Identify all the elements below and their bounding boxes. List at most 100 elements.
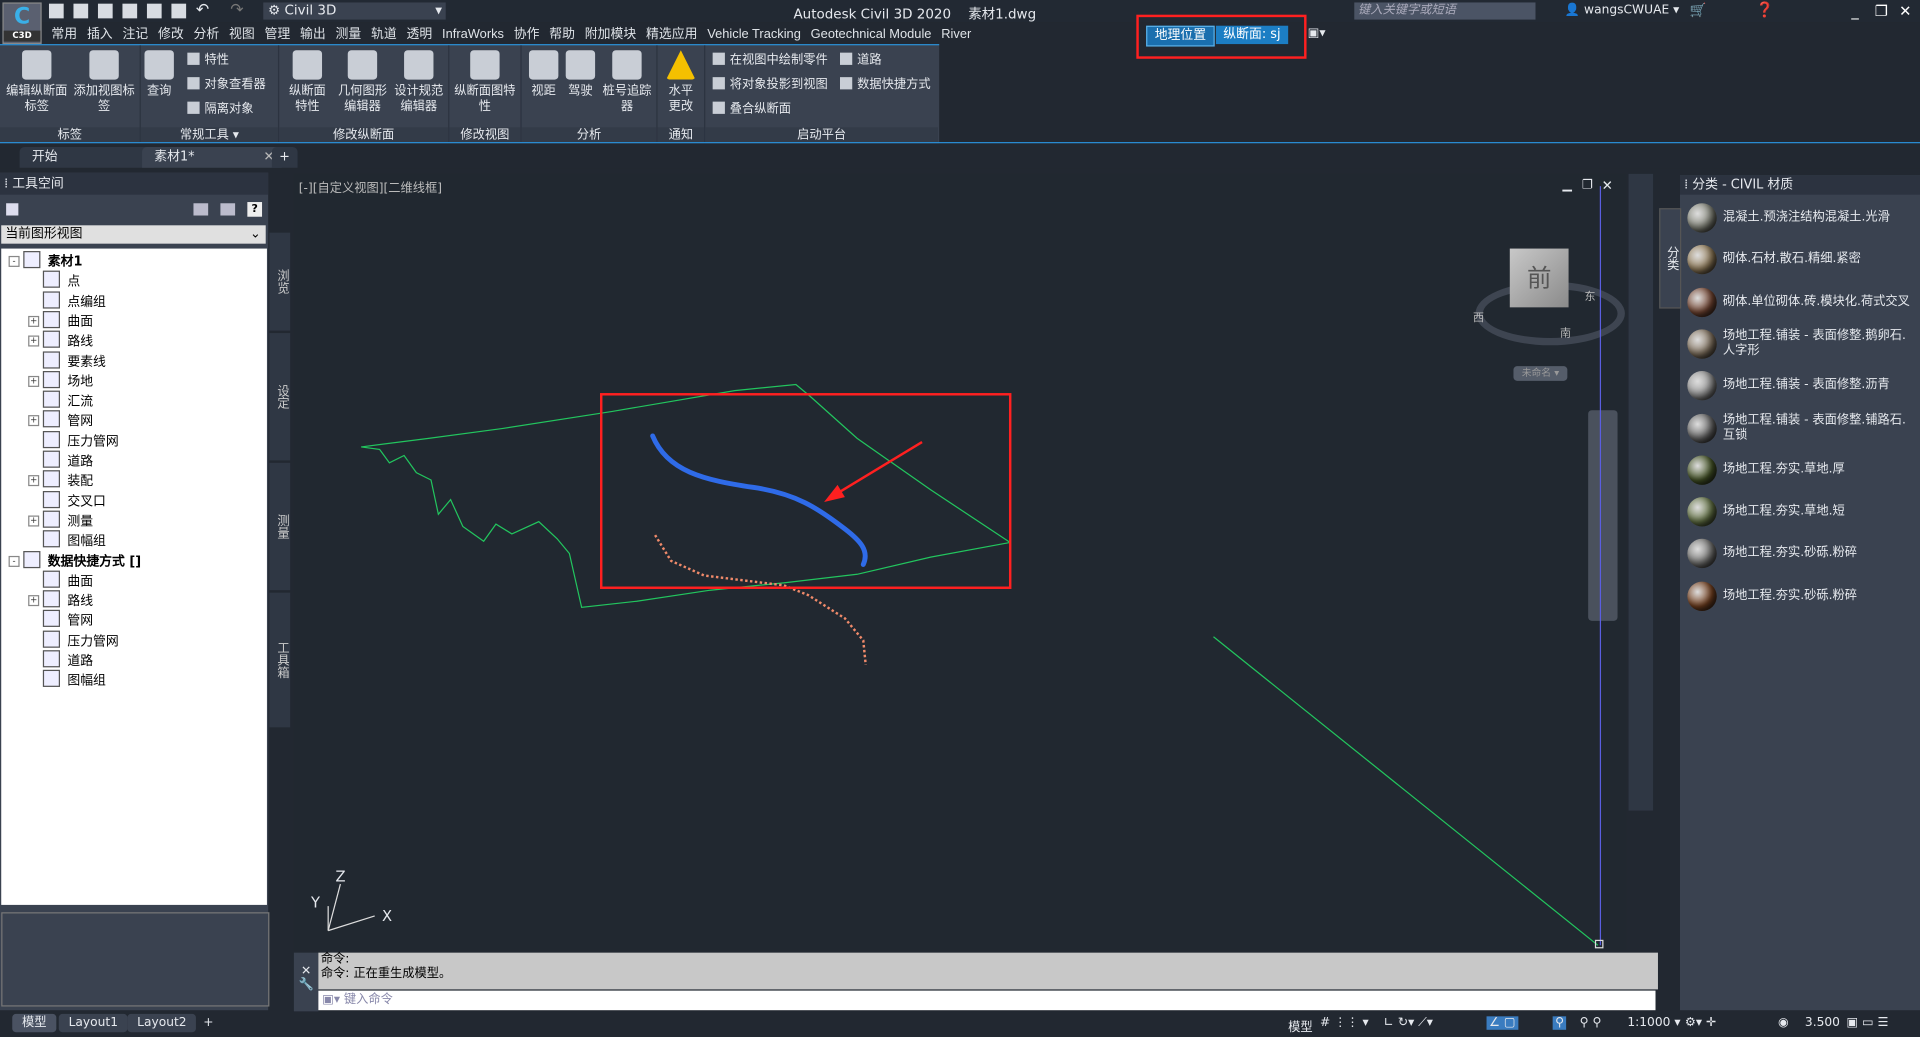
expand-icon[interactable]: + [28, 415, 40, 427]
ribbon-tab[interactable]: InfraWorks [437, 24, 509, 44]
customize-icon[interactable]: 🔧 [294, 978, 318, 991]
tree-item[interactable]: 管网 [42, 610, 93, 630]
project-objects-button[interactable]: 将对象投影到视图 [712, 77, 828, 94]
tree-item[interactable]: - 素材1 [8, 251, 82, 271]
restore-button[interactable]: ❐ [1875, 2, 1888, 19]
ribbon-tab[interactable]: 分析 [189, 24, 225, 44]
query-button[interactable]: 查询 [143, 50, 175, 99]
viewport-close-button[interactable]: ✕ [1602, 178, 1613, 194]
tree-item[interactable]: 点编组 [42, 290, 106, 311]
viewport-controls-label[interactable]: [-][自定义视图][二维线框] [299, 178, 442, 195]
side-tab-survey[interactable]: 测量 [269, 462, 291, 591]
expand-icon[interactable]: - [8, 255, 20, 267]
expand-icon[interactable]: + [28, 475, 40, 487]
compass-south[interactable]: 南 [1560, 324, 1571, 340]
ribbon-tab[interactable]: 插入 [82, 24, 118, 44]
material-item[interactable]: 场地工程.铺装 - 表面修整.沥青 [1687, 371, 1917, 401]
tree-item[interactable]: 交叉口 [42, 490, 106, 511]
doc-tab-start[interactable]: 开始 [19, 146, 155, 168]
panel-title[interactable]: 常规工具 ▾ [140, 127, 278, 144]
corridor-button[interactable]: 道路 [840, 52, 882, 70]
workspace-select[interactable]: ⚙ Civil 3D ▾ [263, 2, 446, 20]
edit-profile-labels-button[interactable]: 编辑纵断面标签 [5, 50, 69, 115]
expand-icon[interactable]: + [28, 335, 40, 347]
materials-palette-header[interactable]: ⁞ 分类 - CIVIL 材质 [1680, 175, 1920, 195]
annotation-scale[interactable]: 1:1000 ▾ [1627, 1016, 1680, 1029]
layout-tab-model[interactable]: 模型 [12, 1013, 57, 1033]
station-tracker-button[interactable]: 桩号追踪器 [602, 50, 651, 115]
data-shortcuts-button[interactable]: 数据快捷方式 [840, 77, 931, 94]
tree-item[interactable]: + 场地 [28, 370, 93, 391]
right-toolbar[interactable] [1628, 173, 1654, 811]
side-tab-settings[interactable]: 设定 [269, 333, 291, 461]
tree-item[interactable]: 道路 [42, 450, 93, 471]
save-as-icon[interactable] [122, 3, 138, 19]
tree-item[interactable]: 要素线 [42, 350, 106, 371]
profile-view-properties-button[interactable]: 纵断面图特性 [454, 50, 516, 115]
ribbon-tab[interactable]: 附加模块 [580, 24, 641, 44]
ribbon-tab[interactable]: 管理 [260, 24, 296, 44]
annotation-icon[interactable]: ⚲ [1552, 1016, 1567, 1030]
help-icon[interactable]: ❓ [1756, 1, 1774, 18]
annotation-visibility-icon[interactable]: ⚲ ⚲ [1580, 1016, 1602, 1029]
sight-distance-button[interactable]: 视距 [527, 50, 561, 99]
expand-icon[interactable]: + [28, 515, 40, 527]
close-button[interactable]: ✕ [1899, 2, 1911, 19]
close-icon[interactable]: ✕ [294, 953, 318, 978]
ribbon-tab[interactable]: 注记 [118, 24, 154, 44]
user-account-button[interactable]: 👤 wangsCWUAE ▾ [1565, 4, 1679, 17]
redo-icon[interactable]: ↷ [230, 1, 243, 19]
expand-icon[interactable]: + [28, 315, 40, 327]
ribbon-tab[interactable]: Vehicle Tracking [702, 24, 805, 44]
new-tab-button[interactable]: + [271, 146, 298, 168]
tree-item[interactable]: 图幅组 [42, 670, 106, 690]
clean-screen-icon[interactable]: ▣ ▭ ☰ [1847, 1016, 1889, 1029]
undo-icon[interactable]: ↶ [196, 1, 209, 19]
material-item[interactable]: 砌体.石材.散石.精细.紧密 [1687, 245, 1917, 275]
material-item[interactable]: 砌体.单位砌体.砖.模块化.荷式交叉 [1687, 287, 1917, 317]
model-space-toggle[interactable]: 模型 [1288, 1016, 1312, 1034]
toolspace-list-icon[interactable] [220, 203, 236, 216]
draw-parts-in-view-button[interactable]: 在视图中绘制零件 [712, 52, 828, 70]
toolspace-tree-icon[interactable] [193, 203, 209, 216]
gear-icon[interactable]: ⚙▾ ✛ [1685, 1016, 1716, 1029]
grid-icon[interactable]: # ⋮⋮ ▾ [1320, 1016, 1369, 1029]
app-menu-button[interactable]: C C3D [2, 2, 42, 45]
toolspace-header[interactable]: ⁞ 工具空间 [0, 172, 269, 195]
print-icon[interactable] [171, 3, 187, 19]
design-criteria-editor-button[interactable]: 设计规范编辑器 [392, 50, 446, 115]
publish-icon[interactable] [146, 3, 162, 19]
tree-item[interactable]: + 路线 [28, 590, 93, 610]
tree-item[interactable]: + 装配 [28, 470, 93, 491]
tree-item[interactable]: + 路线 [28, 330, 93, 351]
ribbon-tab[interactable]: 轨道 [366, 24, 402, 44]
expand-icon[interactable]: + [28, 375, 40, 387]
tree-item[interactable]: + 测量 [28, 510, 93, 530]
ribbon-tab[interactable]: 帮助 [544, 24, 580, 44]
ribbon-tab[interactable]: 视图 [224, 24, 260, 44]
viewport-restore-button[interactable]: ❐ [1582, 179, 1593, 192]
ribbon-tab[interactable]: 精选应用 [641, 24, 702, 44]
material-item[interactable]: 场地工程.夯实.草地.厚 [1687, 455, 1917, 485]
command-line-handle[interactable]: ✕ 🔧 [293, 952, 319, 1012]
object-viewer-button[interactable]: 对象查看器 [187, 77, 266, 94]
tree-item[interactable]: 曲面 [42, 570, 93, 590]
ribbon-tab[interactable]: Geotechnical Module [806, 24, 937, 44]
expand-icon[interactable]: + [28, 595, 40, 607]
material-item[interactable]: 场地工程.铺装 - 表面修整.鹅卵石.人字形 [1687, 329, 1917, 359]
tree-item[interactable]: 汇流 [42, 390, 93, 411]
tree-item[interactable]: + 曲面 [28, 310, 93, 331]
tree-item[interactable]: 压力管网 [42, 630, 119, 650]
view-select[interactable]: 当前图形视图 ⌄ [1, 225, 266, 244]
open-icon[interactable] [73, 3, 89, 19]
ribbon-tab[interactable]: 常用 [47, 24, 83, 44]
horizontal-change-button[interactable]: 水平更改 [664, 50, 698, 115]
osnap-icon[interactable]: ∠ ▢ [1486, 1016, 1518, 1030]
toolspace-search-icon[interactable] [6, 203, 19, 216]
tree-item[interactable]: - 数据快捷方式 [] [8, 550, 141, 570]
navigation-bar[interactable] [1588, 410, 1618, 621]
layout-tab-1[interactable]: Layout1 [58, 1013, 128, 1033]
viewport-minimize-button[interactable]: ▁ [1562, 179, 1571, 192]
tree-item[interactable]: 道路 [42, 650, 93, 670]
drive-button[interactable]: 驾驶 [563, 50, 597, 99]
